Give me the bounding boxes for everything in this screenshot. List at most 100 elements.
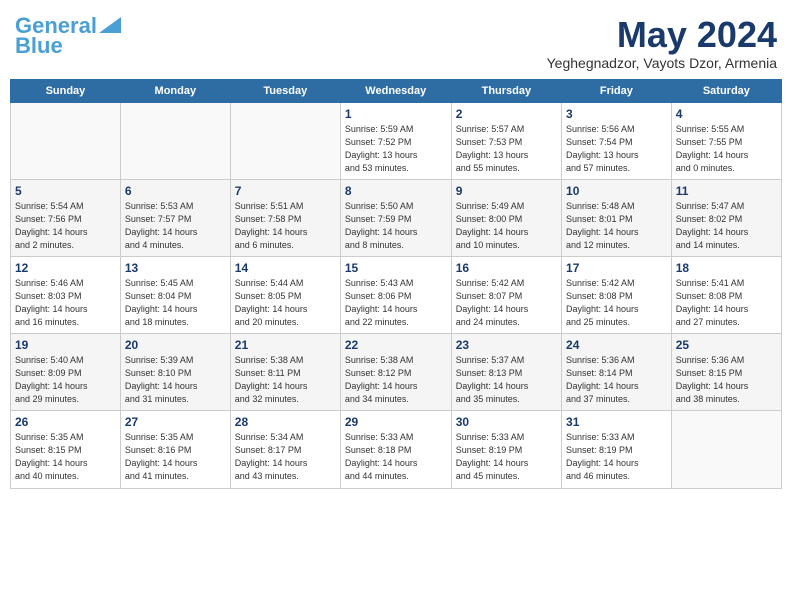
day-info: Sunrise: 5:35 AMSunset: 8:15 PMDaylight:… <box>15 431 116 483</box>
day-info: Sunrise: 5:42 AMSunset: 8:07 PMDaylight:… <box>456 277 557 329</box>
day-info: Sunrise: 5:50 AMSunset: 7:59 PMDaylight:… <box>345 200 447 252</box>
day-info: Sunrise: 5:36 AMSunset: 8:14 PMDaylight:… <box>566 354 667 406</box>
calendar-cell: 24 Sunrise: 5:36 AMSunset: 8:14 PMDayligh… <box>562 334 672 411</box>
calendar-cell: 8 Sunrise: 5:50 AMSunset: 7:59 PMDaylight… <box>340 179 451 256</box>
calendar-cell: 30 Sunrise: 5:33 AMSunset: 8:19 PMDayligh… <box>451 411 561 488</box>
location-subtitle: Yeghegnadzor, Vayots Dzor, Armenia <box>547 55 777 71</box>
calendar-cell: 1Sunrise: 5:59 AMSunset: 7:52 PMDaylight… <box>340 102 451 179</box>
day-info: Sunrise: 5:45 AMSunset: 8:04 PMDaylight:… <box>125 277 226 329</box>
calendar-cell: 12Sunrise: 5:46 AMSunset: 8:03 PMDayligh… <box>11 256 121 333</box>
day-info: Sunrise: 5:43 AMSunset: 8:06 PMDaylight:… <box>345 277 447 329</box>
title-area: May 2024 Yeghegnadzor, Vayots Dzor, Arme… <box>547 15 777 71</box>
calendar-cell <box>120 102 230 179</box>
calendar-cell: 3 Sunrise: 5:56 AMSunset: 7:54 PMDaylight… <box>562 102 672 179</box>
calendar-cell: 14 Sunrise: 5:44 AMSunset: 8:05 PMDayligh… <box>230 256 340 333</box>
day-number: 12 <box>15 261 116 275</box>
calendar-header-row: SundayMondayTuesdayWednesdayThursdayFrid… <box>11 79 782 102</box>
day-number: 23 <box>456 338 557 352</box>
day-number: 16 <box>456 261 557 275</box>
calendar-cell: 10 Sunrise: 5:48 AMSunset: 8:01 PMDayligh… <box>562 179 672 256</box>
calendar-cell: 17Sunrise: 5:42 AMSunset: 8:08 PMDayligh… <box>562 256 672 333</box>
day-number: 28 <box>235 415 336 429</box>
day-info: Sunrise: 5:36 AMSunset: 8:15 PMDaylight:… <box>676 354 777 406</box>
day-info: Sunrise: 5:33 AMSunset: 8:19 PMDaylight:… <box>456 431 557 483</box>
day-info: Sunrise: 5:48 AMSunset: 8:01 PMDaylight:… <box>566 200 667 252</box>
calendar-cell <box>671 411 781 488</box>
day-info: Sunrise: 5:38 AMSunset: 8:12 PMDaylight:… <box>345 354 447 406</box>
day-number: 26 <box>15 415 116 429</box>
day-number: 30 <box>456 415 557 429</box>
calendar-cell: 6Sunrise: 5:53 AMSunset: 7:57 PMDaylight… <box>120 179 230 256</box>
calendar-cell: 11Sunrise: 5:47 AMSunset: 8:02 PMDayligh… <box>671 179 781 256</box>
day-number: 31 <box>566 415 667 429</box>
day-info: Sunrise: 5:40 AMSunset: 8:09 PMDaylight:… <box>15 354 116 406</box>
calendar-table: SundayMondayTuesdayWednesdayThursdayFrid… <box>10 79 782 489</box>
page-header: General Blue May 2024 Yeghegnadzor, Vayo… <box>10 10 782 71</box>
calendar-cell: 18 Sunrise: 5:41 AMSunset: 8:08 PMDayligh… <box>671 256 781 333</box>
logo-icon <box>99 17 121 33</box>
day-info: Sunrise: 5:39 AMSunset: 8:10 PMDaylight:… <box>125 354 226 406</box>
calendar-cell: 25 Sunrise: 5:36 AMSunset: 8:15 PMDayligh… <box>671 334 781 411</box>
day-info: Sunrise: 5:44 AMSunset: 8:05 PMDaylight:… <box>235 277 336 329</box>
day-number: 18 <box>676 261 777 275</box>
day-info: Sunrise: 5:33 AMSunset: 8:18 PMDaylight:… <box>345 431 447 483</box>
day-header-tuesday: Tuesday <box>230 79 340 102</box>
day-number: 5 <box>15 184 116 198</box>
day-info: Sunrise: 5:35 AMSunset: 8:16 PMDaylight:… <box>125 431 226 483</box>
calendar-cell: 2Sunrise: 5:57 AMSunset: 7:53 PMDaylight… <box>451 102 561 179</box>
calendar-cell: 9 Sunrise: 5:49 AMSunset: 8:00 PMDaylight… <box>451 179 561 256</box>
calendar-cell: 23 Sunrise: 5:37 AMSunset: 8:13 PMDayligh… <box>451 334 561 411</box>
day-number: 10 <box>566 184 667 198</box>
day-header-wednesday: Wednesday <box>340 79 451 102</box>
calendar-cell: 28 Sunrise: 5:34 AMSunset: 8:17 PMDayligh… <box>230 411 340 488</box>
day-number: 25 <box>676 338 777 352</box>
day-info: Sunrise: 5:41 AMSunset: 8:08 PMDaylight:… <box>676 277 777 329</box>
day-header-saturday: Saturday <box>671 79 781 102</box>
calendar-cell: 29Sunrise: 5:33 AMSunset: 8:18 PMDayligh… <box>340 411 451 488</box>
calendar-week-4: 19Sunrise: 5:40 AMSunset: 8:09 PMDayligh… <box>11 334 782 411</box>
calendar-cell: 21 Sunrise: 5:38 AMSunset: 8:11 PMDayligh… <box>230 334 340 411</box>
day-number: 24 <box>566 338 667 352</box>
calendar-week-5: 26 Sunrise: 5:35 AMSunset: 8:15 PMDayligh… <box>11 411 782 488</box>
day-header-monday: Monday <box>120 79 230 102</box>
day-info: Sunrise: 5:55 AMSunset: 7:55 PMDaylight:… <box>676 123 777 175</box>
day-number: 6 <box>125 184 226 198</box>
calendar-cell: 16 Sunrise: 5:42 AMSunset: 8:07 PMDayligh… <box>451 256 561 333</box>
day-number: 9 <box>456 184 557 198</box>
day-info: Sunrise: 5:49 AMSunset: 8:00 PMDaylight:… <box>456 200 557 252</box>
calendar-cell: 26 Sunrise: 5:35 AMSunset: 8:15 PMDayligh… <box>11 411 121 488</box>
month-title: May 2024 <box>547 15 777 55</box>
calendar-week-1: 1Sunrise: 5:59 AMSunset: 7:52 PMDaylight… <box>11 102 782 179</box>
day-number: 8 <box>345 184 447 198</box>
calendar-cell: 7Sunrise: 5:51 AMSunset: 7:58 PMDaylight… <box>230 179 340 256</box>
day-info: Sunrise: 5:37 AMSunset: 8:13 PMDaylight:… <box>456 354 557 406</box>
calendar-cell <box>11 102 121 179</box>
day-number: 13 <box>125 261 226 275</box>
day-header-thursday: Thursday <box>451 79 561 102</box>
day-info: Sunrise: 5:34 AMSunset: 8:17 PMDaylight:… <box>235 431 336 483</box>
logo-blue-text: Blue <box>15 35 63 57</box>
day-number: 14 <box>235 261 336 275</box>
calendar-cell: 4 Sunrise: 5:55 AMSunset: 7:55 PMDaylight… <box>671 102 781 179</box>
day-number: 27 <box>125 415 226 429</box>
calendar-week-3: 12Sunrise: 5:46 AMSunset: 8:03 PMDayligh… <box>11 256 782 333</box>
day-info: Sunrise: 5:38 AMSunset: 8:11 PMDaylight:… <box>235 354 336 406</box>
day-number: 4 <box>676 107 777 121</box>
calendar-cell: 22Sunrise: 5:38 AMSunset: 8:12 PMDayligh… <box>340 334 451 411</box>
day-info: Sunrise: 5:57 AMSunset: 7:53 PMDaylight:… <box>456 123 557 175</box>
day-number: 21 <box>235 338 336 352</box>
calendar-cell: 19Sunrise: 5:40 AMSunset: 8:09 PMDayligh… <box>11 334 121 411</box>
day-info: Sunrise: 5:51 AMSunset: 7:58 PMDaylight:… <box>235 200 336 252</box>
calendar-cell: 13 Sunrise: 5:45 AMSunset: 8:04 PMDayligh… <box>120 256 230 333</box>
calendar-cell: 5 Sunrise: 5:54 AMSunset: 7:56 PMDaylight… <box>11 179 121 256</box>
logo: General Blue <box>15 15 121 57</box>
day-number: 3 <box>566 107 667 121</box>
day-info: Sunrise: 5:42 AMSunset: 8:08 PMDaylight:… <box>566 277 667 329</box>
day-info: Sunrise: 5:56 AMSunset: 7:54 PMDaylight:… <box>566 123 667 175</box>
day-number: 1 <box>345 107 447 121</box>
day-number: 11 <box>676 184 777 198</box>
day-info: Sunrise: 5:54 AMSunset: 7:56 PMDaylight:… <box>15 200 116 252</box>
day-number: 20 <box>125 338 226 352</box>
calendar-cell <box>230 102 340 179</box>
calendar-week-2: 5 Sunrise: 5:54 AMSunset: 7:56 PMDaylight… <box>11 179 782 256</box>
